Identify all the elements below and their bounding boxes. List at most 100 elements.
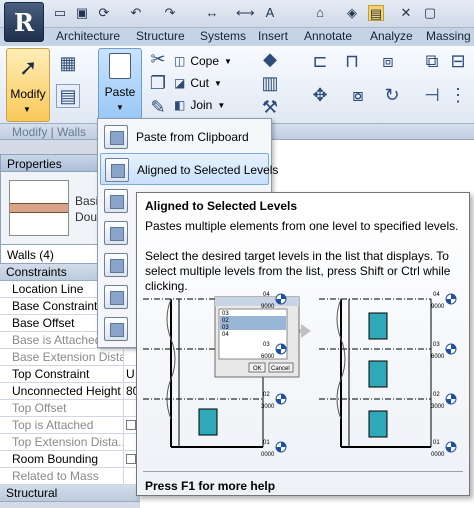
text-icon[interactable]: A — [262, 5, 278, 21]
paste-option-icon — [104, 285, 128, 309]
join-icon: ◧ — [174, 98, 186, 112]
svg-text:03: 03 — [222, 325, 229, 331]
paste-button[interactable]: Paste ▼ — [98, 48, 142, 124]
property-row[interactable]: Top is Attached — [0, 417, 140, 434]
sync-icon[interactable]: ⟳ — [96, 5, 112, 21]
level-elevation: 3000 — [431, 404, 445, 410]
application-menu-button[interactable]: R — [4, 2, 44, 42]
mirror-draw-axis-icon[interactable]: ⧉ — [420, 50, 444, 74]
paint-icon[interactable]: ◆ — [258, 48, 282, 72]
section-icon[interactable]: ◈ — [344, 5, 360, 21]
chevron-down-icon: ▼ — [116, 103, 124, 112]
window-symbol-level-02 — [368, 410, 388, 438]
property-row[interactable]: Unconnected Height 80 — [0, 383, 140, 400]
tooltip-description: Pastes multiple elements from one level … — [145, 219, 459, 233]
tab-analyze[interactable]: Analyze — [370, 29, 413, 43]
property-checkbox[interactable] — [126, 454, 136, 464]
demolish-icon[interactable]: ⚒ — [258, 96, 282, 120]
quick-access-toolbar: ▭ ▣ ⟳ ↶ ↷ ↔ ⟷ A ⌂ ◈ ▤ ✕ ▢ — [0, 0, 474, 28]
level-name: 03 — [263, 342, 270, 348]
level-name: 03 — [433, 342, 440, 348]
tooltip: Aligned to Selected Levels Pastes multip… — [136, 192, 470, 496]
chevron-down-icon: ▼ — [214, 78, 222, 88]
property-row[interactable]: Room Bounding — [0, 451, 140, 468]
switch-windows-icon[interactable]: ▢ — [422, 5, 438, 21]
window-symbol-source — [198, 408, 218, 436]
chevron-down-icon: ▼ — [224, 56, 232, 66]
dimension-icon[interactable]: ⟷ — [236, 5, 255, 21]
tab-systems[interactable]: Systems — [200, 29, 246, 43]
cut-scissors-icon[interactable]: ✂ — [146, 48, 170, 72]
save-icon[interactable]: ▣ — [74, 5, 90, 21]
property-label: Top Constraint — [0, 366, 124, 382]
type-properties-icon[interactable]: ▦ — [56, 52, 80, 76]
property-checkbox[interactable] — [126, 420, 136, 430]
offset-icon[interactable]: ⊓ — [340, 50, 364, 74]
level-elevation: 9000 — [431, 304, 445, 310]
paste-menu-item[interactable]: Aligned to Selected Levels — [100, 153, 278, 185]
chevron-down-icon: ▼ — [23, 105, 31, 114]
cope-button[interactable]: ◫ Cope ▼ — [174, 52, 232, 70]
wall-type-swatch — [9, 180, 69, 236]
property-row[interactable]: Base Extension Dista... — [0, 349, 140, 366]
property-label: Room Bounding — [0, 451, 124, 467]
rotate-icon[interactable]: ↻ — [380, 84, 404, 108]
tooltip-separator — [143, 471, 463, 472]
paste-option-icon — [104, 317, 128, 341]
match-type-icon[interactable]: ✎ — [146, 96, 170, 120]
svg-text:04: 04 — [222, 332, 229, 338]
modify-button[interactable]: ➚ Modify ▼ — [6, 48, 50, 122]
property-label: Top Offset — [0, 400, 124, 416]
copy-icon[interactable]: ❐ — [146, 72, 170, 96]
properties-category[interactable]: Structural — [0, 485, 140, 502]
tab-architecture[interactable]: Architecture — [56, 29, 120, 43]
type-family-label: Basi — [75, 194, 99, 208]
copy-element-icon[interactable]: ⧇ — [346, 84, 370, 108]
cut-geometry-icon: ◪ — [174, 76, 186, 90]
property-row[interactable]: Top Constraint U — [0, 366, 140, 383]
ribbon-panel: ▦ ▤ ✂ ❐ ✎ ◫ Cope ▼ ◪ Cut ▼ ◧ Join ▼ ◆ ▥ ⚒ ⊏ ⊓ … — [0, 46, 474, 124]
cursor-arrow-icon: ➚ — [19, 55, 38, 80]
level-name: 04 — [263, 292, 270, 298]
split-face-icon[interactable]: ▥ — [258, 72, 282, 96]
mirror-pick-axis-icon[interactable]: ⧈ — [376, 50, 400, 74]
select-levels-dialog: 03 02 03 04 OK Cancel — [214, 296, 300, 378]
3d-view-icon[interactable]: ⌂ — [312, 5, 328, 21]
redo-icon[interactable]: ↷ — [162, 5, 178, 21]
tab-structure[interactable]: Structure — [136, 29, 185, 43]
close-windows-icon[interactable]: ✕ — [398, 5, 414, 21]
property-row[interactable]: Top Extension Dista... — [0, 434, 140, 451]
split-element-icon[interactable]: ⊟ — [446, 50, 470, 74]
svg-text:02: 02 — [222, 318, 229, 324]
type-name-label: Dou — [75, 210, 98, 224]
join-button[interactable]: ◧ Join ▼ — [174, 96, 225, 114]
align-icon[interactable]: ⊏ — [308, 50, 332, 74]
tab-annotate[interactable]: Annotate — [304, 29, 352, 43]
chevron-down-icon: ▼ — [217, 100, 226, 110]
level-name: 02 — [263, 392, 270, 398]
paste-menu-item[interactable]: Paste from Clipboard — [100, 121, 269, 153]
trim-extend-icon[interactable]: ⊣ — [420, 84, 444, 108]
tooltip-title: Aligned to Selected Levels — [145, 199, 298, 213]
window-symbol-level-04 — [368, 312, 388, 340]
property-label: Top is Attached — [0, 417, 124, 433]
open-icon[interactable]: ▭ — [52, 5, 68, 21]
paste-option-icon — [104, 189, 128, 213]
tab-massing[interactable]: Massing — [426, 29, 471, 43]
level-elevation: 9000 — [261, 304, 275, 310]
property-label: Top Extension Dista... — [0, 434, 124, 450]
paste-option-icon — [104, 221, 128, 245]
property-row[interactable]: Related to Mass — [0, 468, 140, 485]
cut-geometry-button[interactable]: ◪ Cut ▼ — [174, 74, 222, 92]
undo-icon[interactable]: ↶ — [128, 5, 144, 21]
tab-insert[interactable]: Insert — [258, 29, 288, 43]
move-icon[interactable]: ✥ — [308, 84, 332, 108]
property-label: Unconnected Height — [0, 383, 124, 399]
property-row[interactable]: Top Offset — [0, 400, 140, 417]
svg-text:03: 03 — [222, 311, 229, 317]
window-tile-icon[interactable]: ▤ — [368, 5, 384, 21]
array-icon[interactable]: ⋮ — [446, 84, 470, 108]
measure-icon[interactable]: ↔ — [204, 5, 220, 21]
tooltip-illustration: 03 02 03 04 OK Cancel 04 9000 03 6000 02 3000… — [143, 292, 457, 458]
properties-palette-icon[interactable]: ▤ — [56, 84, 80, 108]
